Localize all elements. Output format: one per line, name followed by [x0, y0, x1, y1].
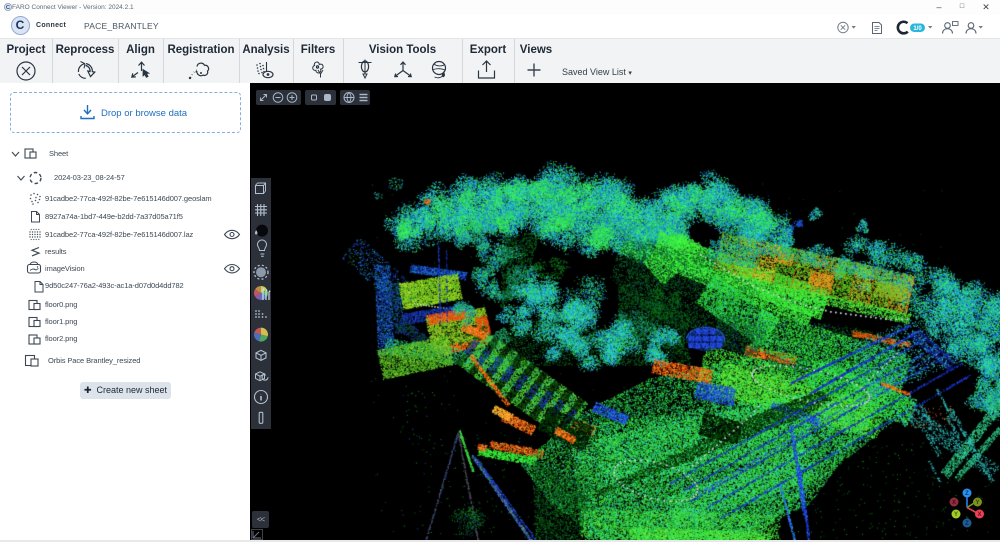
svg-text:C: C — [6, 5, 10, 11]
svg-text:Z: Z — [965, 521, 969, 527]
svg-text:Y: Y — [975, 500, 979, 506]
svg-text:Y: Y — [954, 512, 958, 518]
svg-text:X: X — [977, 512, 981, 518]
svg-text:1/0: 1/0 — [913, 26, 922, 32]
svg-text:Z: Z — [965, 491, 969, 497]
svg-text:X: X — [952, 500, 956, 506]
